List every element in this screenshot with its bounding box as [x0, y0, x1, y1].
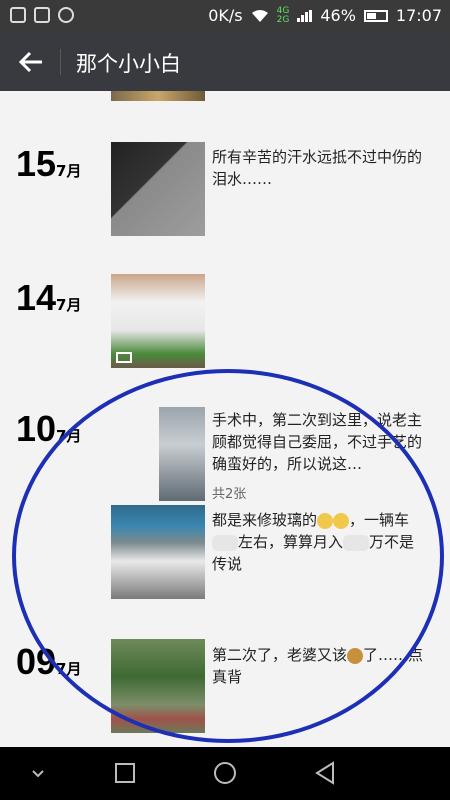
- back-triangle-icon[interactable]: [311, 759, 339, 787]
- post-text-part: ，一辆车: [349, 511, 410, 529]
- status-icons-right: 0K/s 4G 2G 46% 17:07: [208, 6, 442, 25]
- post-text[interactable]: 手术中，第二次到这里，说老主顾都觉得自己委屈，不过手艺的确蛮好的，所以说这…: [212, 409, 428, 475]
- emoji-icon: [333, 512, 350, 529]
- photo-thumbnail[interactable]: [111, 639, 205, 733]
- date-month: 7月: [56, 660, 82, 678]
- post-text-part: 都是来修玻璃的: [212, 511, 318, 529]
- network-speed: 0K/s: [208, 6, 243, 25]
- wifi-icon: [251, 9, 269, 23]
- back-arrow-icon[interactable]: [18, 49, 44, 75]
- bear-emoji-icon: [347, 647, 364, 664]
- date-day: 10: [16, 408, 57, 449]
- photo-thumbnail[interactable]: [111, 407, 157, 501]
- app-icon: [58, 7, 74, 23]
- notification-icon: [10, 7, 26, 23]
- battery-percent: 46%: [320, 6, 356, 25]
- clock: 17:07: [395, 6, 442, 25]
- post-date: 107月: [16, 408, 81, 450]
- status-bar: 0K/s 4G 2G 46% 17:07: [0, 0, 450, 33]
- date-day: 09: [16, 641, 57, 682]
- post-date: 157月: [16, 143, 81, 185]
- image-icon: [34, 7, 50, 23]
- post-text[interactable]: 第二次了，老婆又该 了……点真背: [212, 644, 428, 688]
- redacted-blur: [343, 534, 370, 551]
- page-title: 那个小小白: [76, 52, 181, 76]
- network-type: 4G 2G: [276, 6, 290, 25]
- photo-thumbnail[interactable]: [111, 91, 205, 101]
- date-month: 7月: [56, 296, 82, 314]
- date-month: 7月: [56, 162, 82, 180]
- status-icons-left: [10, 7, 74, 23]
- post-date: 097月: [16, 641, 81, 683]
- date-month: 7月: [56, 427, 82, 445]
- post-text[interactable]: 所有辛苦的汗水远抵不过中伤的泪水……: [212, 146, 428, 190]
- video-icon: [116, 352, 132, 363]
- battery-icon: [363, 9, 388, 22]
- recent-apps-icon[interactable]: [111, 759, 139, 787]
- video-thumbnail[interactable]: [111, 274, 205, 368]
- title-divider: [60, 49, 61, 75]
- photo-thumbnail[interactable]: [111, 142, 205, 236]
- navigation-bar: [0, 747, 450, 800]
- chevron-down-icon[interactable]: [24, 759, 52, 787]
- date-day: 14: [16, 277, 57, 318]
- post-text-part: 左右，算算月入: [238, 533, 344, 551]
- post-text[interactable]: 都是来修玻璃的 ，一辆车左右，算算月入 万不是传说: [212, 509, 428, 575]
- redacted-blur: [212, 534, 238, 551]
- photo-thumbnail[interactable]: [111, 505, 205, 599]
- date-day: 15: [16, 143, 57, 184]
- network-2g: 2G: [276, 14, 290, 25]
- signal-icon: [297, 9, 313, 22]
- timeline[interactable]: 157月 所有辛苦的汗水远抵不过中伤的泪水…… 147月 107月 手术中，第二…: [0, 91, 450, 747]
- home-icon[interactable]: [211, 759, 239, 787]
- photo-count: 共2张: [212, 487, 247, 502]
- emoji-icon: [317, 512, 334, 529]
- post-text-part: 第二次了，老婆又该: [212, 646, 348, 664]
- post-date: 147月: [16, 277, 81, 319]
- title-bar: 那个小小白: [0, 33, 450, 91]
- photo-thumbnail[interactable]: [159, 407, 205, 501]
